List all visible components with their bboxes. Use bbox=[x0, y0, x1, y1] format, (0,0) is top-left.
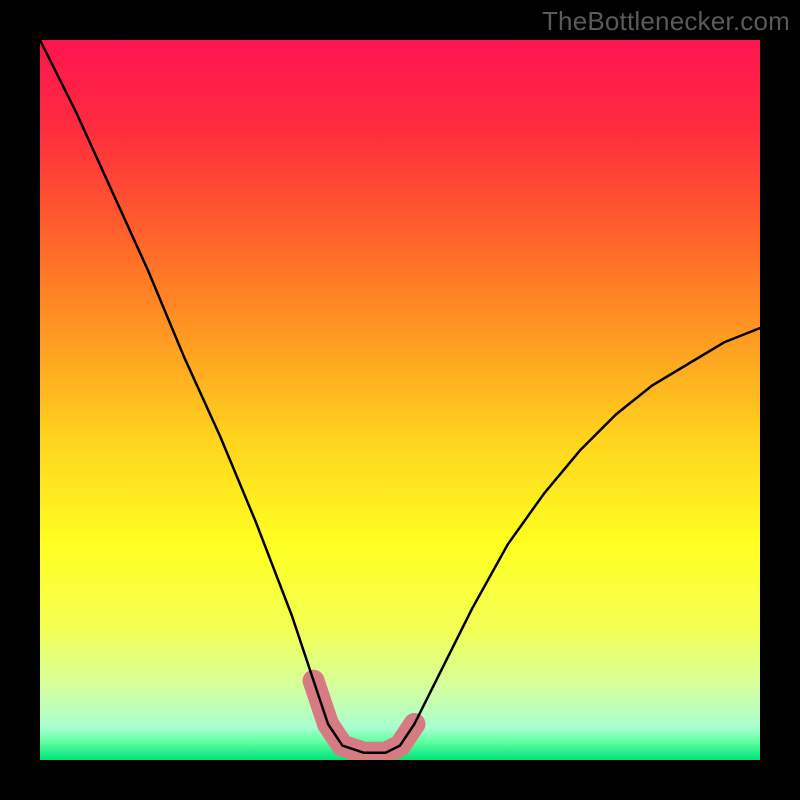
chart-frame: TheBottlenecker.com bbox=[0, 0, 800, 800]
watermark-text: TheBottlenecker.com bbox=[542, 6, 790, 37]
plot-area bbox=[40, 40, 760, 760]
curve-layer bbox=[40, 40, 760, 760]
bottleneck-curve bbox=[40, 40, 760, 753]
